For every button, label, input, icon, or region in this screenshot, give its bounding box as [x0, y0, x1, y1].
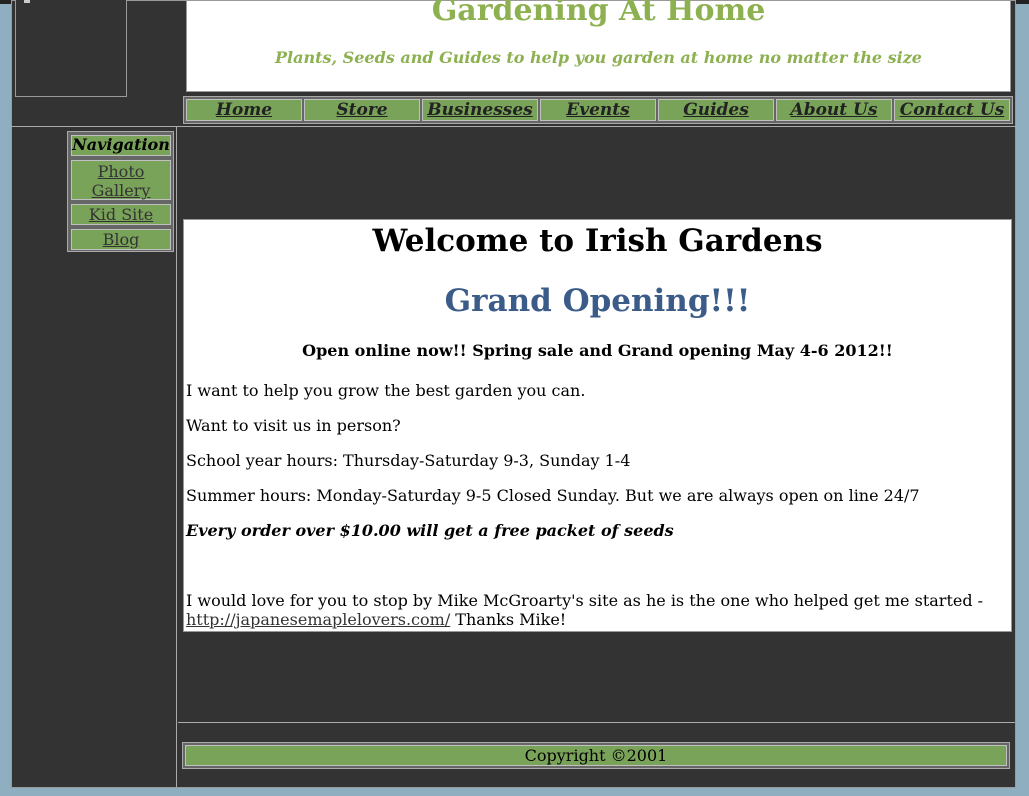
nav-guides-link[interactable]: Guides [658, 99, 774, 121]
sidebar-item-photo-gallery[interactable]: Photo Gallery [71, 160, 171, 200]
welcome-heading: Welcome to Irish Gardens [372, 223, 823, 259]
mike-credit-link-line: http://japanesemaplelovers.com/ Thanks M… [186, 610, 566, 629]
logo-mark [24, 0, 30, 3]
intro-paragraph: I want to help you grow the best garden … [186, 381, 586, 400]
sidebar-navigation: Navigation Photo Gallery Kid Site Blog [67, 131, 174, 252]
sidebar-heading: Navigation [71, 135, 171, 156]
open-online-notice: Open online now!! Spring sale and Grand … [302, 341, 893, 360]
footer-bar: Copyright ©2001 [182, 742, 1010, 769]
top-nav-bar: Home Store Businesses Events Guides Abou… [183, 96, 1013, 124]
school-year-hours: School year hours: Thursday-Saturday 9-3… [186, 451, 631, 470]
nav-contact-us-link[interactable]: Contact Us [894, 99, 1010, 121]
logo-box [15, 0, 127, 97]
nav-about-us-link[interactable]: About Us [776, 99, 892, 121]
sidebar-item-blog[interactable]: Blog [71, 229, 171, 250]
header-panel: Gardening At Home Plants, Seeds and Guid… [186, 0, 1011, 92]
copyright-text: Copyright ©2001 [185, 745, 1007, 766]
main-content-panel: Welcome to Irish Gardens Grand Opening!!… [183, 219, 1012, 632]
visit-question: Want to visit us in person? [186, 416, 401, 435]
nav-businesses-link[interactable]: Businesses [422, 99, 538, 121]
nav-home-link[interactable]: Home [186, 99, 302, 121]
mike-credit-line: I would love for you to stop by Mike McG… [186, 591, 984, 610]
nav-store-link[interactable]: Store [304, 99, 420, 121]
thanks-text: Thanks Mike! [450, 610, 567, 629]
sidebar-item-kid-site[interactable]: Kid Site [71, 204, 171, 225]
grand-opening-heading: Grand Opening!!! [444, 283, 751, 319]
footer-divider [178, 722, 1015, 723]
free-seeds-offer: Every order over $10.00 will get a free … [186, 521, 674, 540]
summer-hours: Summer hours: Monday-Saturday 9-5 Closed… [186, 486, 920, 505]
nav-events-link[interactable]: Events [540, 99, 656, 121]
site-title: Gardening At Home [431, 0, 766, 28]
site-tagline: Plants, Seeds and Guides to help you gar… [275, 48, 922, 67]
japanese-maple-link[interactable]: http://japanesemaplelovers.com/ [186, 610, 450, 629]
